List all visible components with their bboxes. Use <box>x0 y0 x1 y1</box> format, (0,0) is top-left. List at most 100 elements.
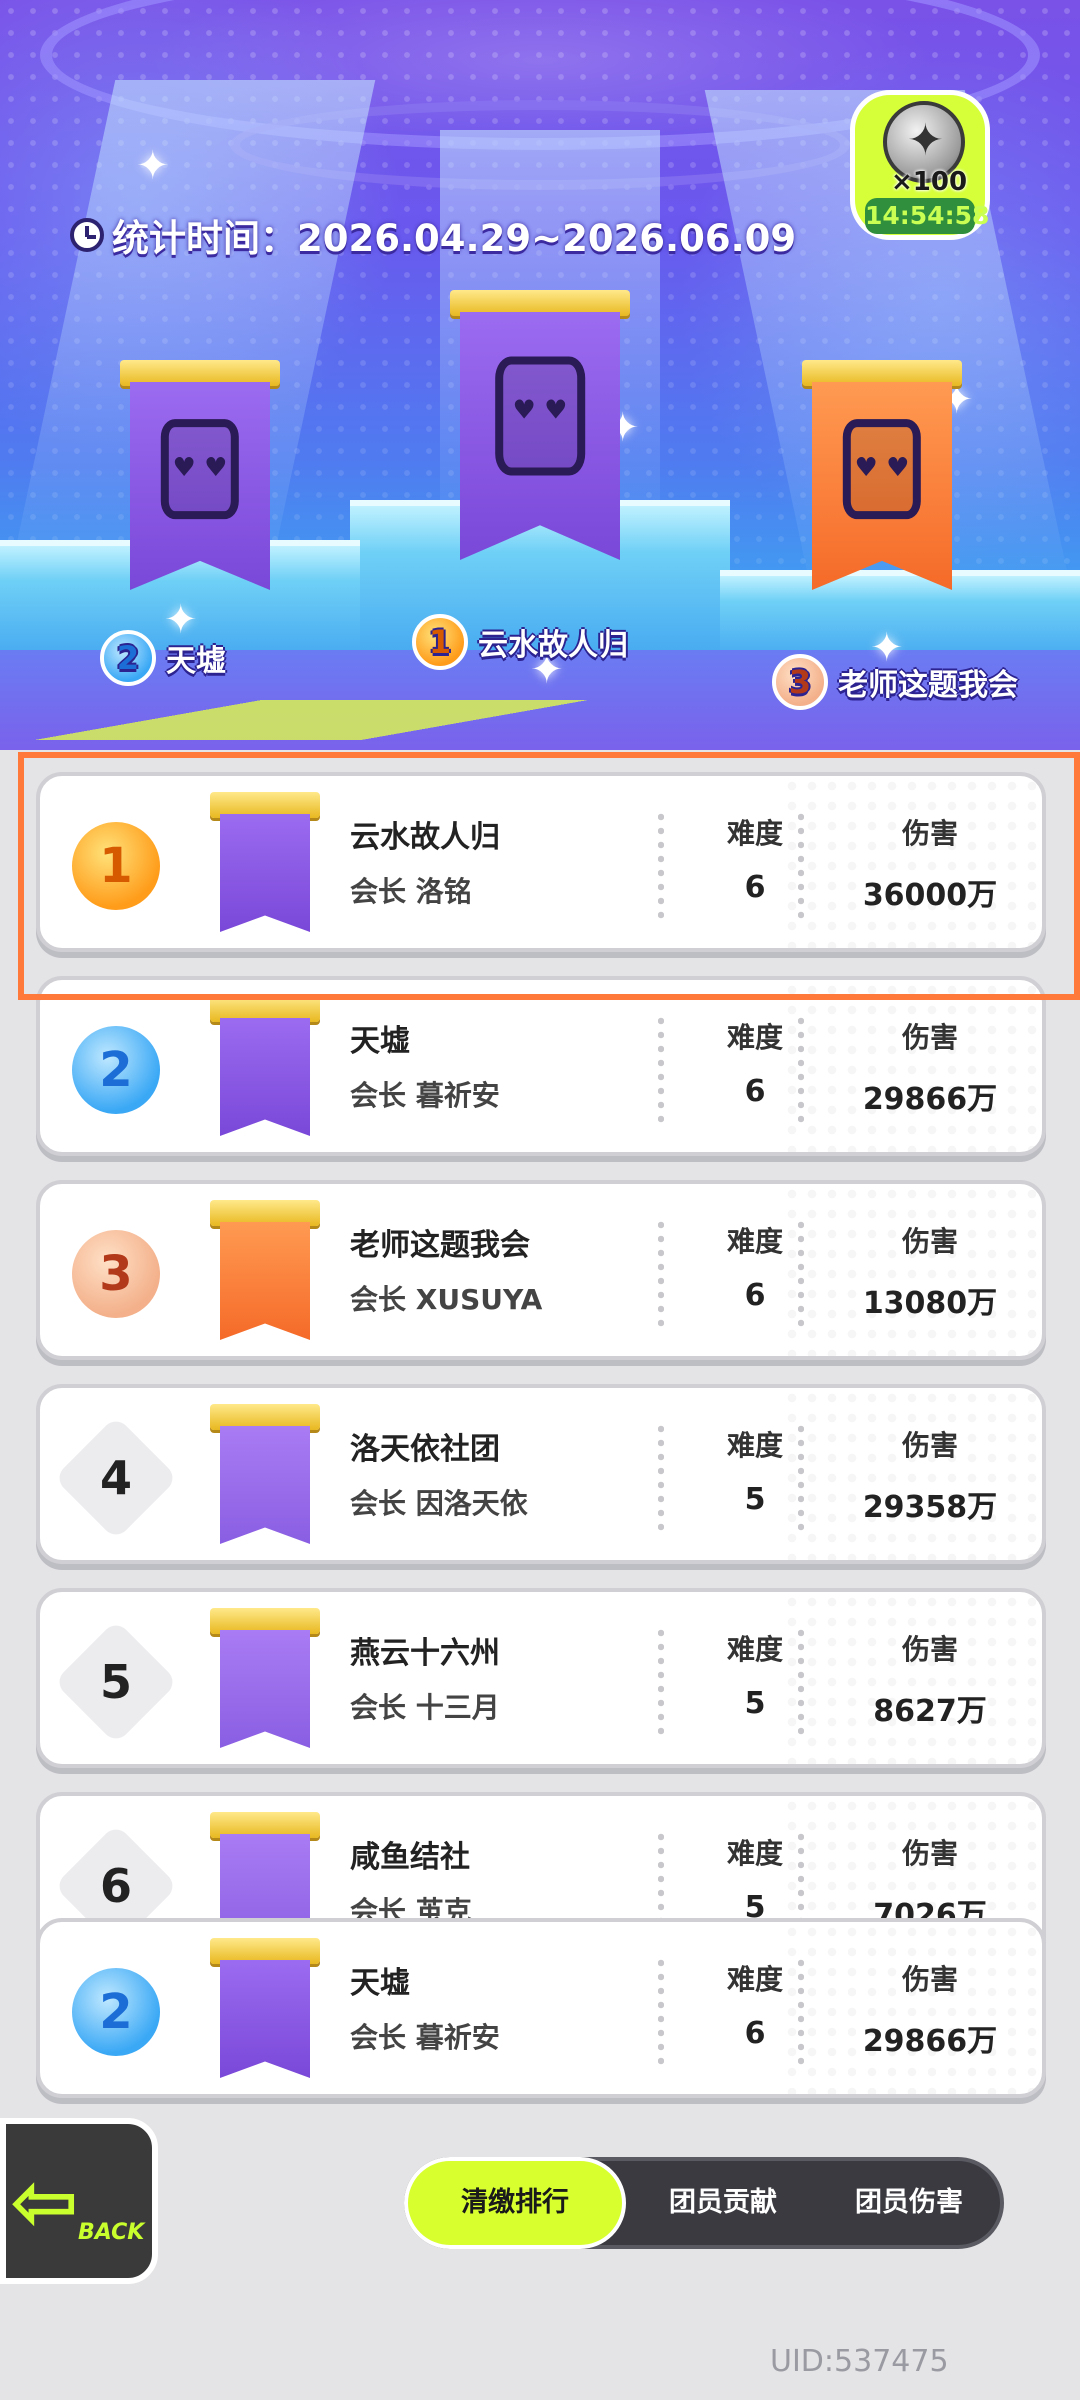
guild-banner-first[interactable] <box>450 290 630 560</box>
banner-flag <box>220 1018 310 1136</box>
back-label: BACK <box>78 2220 145 2245</box>
column-divider <box>658 1626 664 1738</box>
user-id: UID:537475 <box>770 2344 949 2379</box>
guild-name: 老师这题我会 <box>350 1228 530 1263</box>
banner-flag <box>220 1222 310 1340</box>
rank-cell: 3 <box>66 1224 166 1324</box>
guild-leader: 会长 十三月 <box>350 1691 500 1724</box>
guild-leader: 会长 暮祈安 <box>350 2021 500 2054</box>
guild-name: 燕云十六州 <box>350 1636 500 1671</box>
column-divider <box>798 1218 804 1330</box>
column-divider <box>658 1218 664 1330</box>
guild-banner-icon <box>210 1608 320 1748</box>
damage-label: 伤害 <box>901 1225 958 1258</box>
damage-label: 伤害 <box>901 1633 958 1666</box>
column-divider <box>798 1422 804 1534</box>
podium-guild-name: 天墟 <box>166 644 226 679</box>
reward-countdown: 14:54:58 <box>865 198 989 234</box>
row-pattern <box>782 980 1042 1152</box>
tab-clear-ranking[interactable]: 清缴排行 <box>404 2157 626 2249</box>
guild-emblem-icon <box>160 419 240 520</box>
guild-emblem-icon <box>842 419 922 520</box>
reward-chest-timer[interactable]: ×100 14:54:58 <box>850 90 990 240</box>
damage-value: 13080万 <box>862 1286 998 1321</box>
banner-flag <box>812 382 952 590</box>
damage-value: 29866万 <box>862 2024 998 2059</box>
clock-icon <box>70 218 104 252</box>
rank-2-badge-icon: 2 <box>66 1020 166 1120</box>
damage-value: 8627万 <box>873 1694 987 1729</box>
damage-value: 29358万 <box>862 1490 998 1525</box>
podium-label-first: 1 云水故人归 <box>412 614 628 670</box>
damage-label: 伤害 <box>901 1021 958 1054</box>
rank-cell: 2 <box>66 1020 166 1120</box>
podium-guild-name: 云水故人归 <box>478 628 628 663</box>
rank-cell: 4 <box>53 1415 179 1541</box>
back-button[interactable]: ⇦ BACK <box>0 2118 158 2284</box>
difficulty-value: 5 <box>744 1686 766 1721</box>
podium-hero: ✦ ✦ ✦ ✦ ✦ ✦ 统计时间：2026.04.29~2026.06.09 ×… <box>0 0 1080 750</box>
ranking-row[interactable]: 3 老师这题我会 会长 XUSUYA 难度 6 伤害 13080万 <box>36 1180 1046 1360</box>
reward-count: ×100 <box>891 167 968 197</box>
guild-banner-icon <box>210 1938 320 2078</box>
column-divider <box>658 1422 664 1534</box>
tab-member-damage[interactable]: 团员伤害 <box>816 2161 1002 2245</box>
rank-3-badge-icon: 3 <box>772 654 828 710</box>
damage-value: 29866万 <box>862 1082 998 1117</box>
guild-banner-third[interactable] <box>802 360 962 590</box>
stat-period-text: 统计时间：2026.04.29~2026.06.09 <box>112 217 797 260</box>
my-guild-row[interactable]: 2 天墟 会长 暮祈安 难度 6 伤害 29866万 <box>36 1918 1046 2098</box>
guild-name: 天墟 <box>350 1966 410 2001</box>
guild-banner-second[interactable] <box>120 360 280 590</box>
difficulty-label: 难度 <box>726 1225 783 1258</box>
guild-leader: 会长 暮祈安 <box>350 1079 500 1112</box>
rank-3-badge-icon: 3 <box>66 1224 166 1324</box>
banner-flag <box>220 1426 310 1544</box>
ranking-row[interactable]: 2 天墟 会长 暮祈安 难度 6 伤害 29866万 <box>36 976 1046 1156</box>
banner-flag <box>220 1960 310 2078</box>
column-divider <box>798 1956 804 2068</box>
banner-flag <box>220 1630 310 1748</box>
difficulty-label: 难度 <box>726 1963 783 1996</box>
banner-flag <box>460 312 620 560</box>
guild-leader: 会长 XUSUYA <box>350 1283 543 1316</box>
difficulty-value: 6 <box>744 2016 766 2051</box>
difficulty-value: 6 <box>744 1278 766 1313</box>
ranking-row[interactable]: 5 燕云十六州 会长 十三月 难度 5 伤害 8627万 <box>36 1588 1046 1768</box>
rank-number: 5 <box>99 1655 132 1709</box>
difficulty-label: 难度 <box>726 1837 783 1870</box>
tab-member-contribution[interactable]: 团员贡献 <box>630 2161 816 2245</box>
guild-banner-icon <box>210 996 320 1136</box>
rank-cell: 2 <box>66 1962 166 2062</box>
rank-2-badge-icon: 2 <box>66 1962 166 2062</box>
row-pattern <box>782 1388 1042 1560</box>
rank-number: 4 <box>99 1451 132 1505</box>
row-pattern <box>782 1922 1042 2094</box>
guild-banner-icon <box>210 1404 320 1544</box>
damage-label: 伤害 <box>901 1429 958 1462</box>
difficulty-value: 5 <box>744 1482 766 1517</box>
guild-name: 咸鱼结社 <box>350 1840 470 1875</box>
damage-label: 伤害 <box>901 1963 958 1996</box>
ranking-tabs: 清缴排行 团员贡献 团员伤害 <box>404 2157 1004 2249</box>
podium-label-second: 2 天墟 <box>100 630 226 686</box>
banner-flag <box>130 382 270 590</box>
sparkle-icon: ✦ <box>136 143 170 189</box>
ranking-row[interactable]: 4 洛天依社团 会长 因洛天依 难度 5 伤害 29358万 <box>36 1384 1046 1564</box>
column-divider <box>658 1956 664 2068</box>
stat-period: 统计时间：2026.04.29~2026.06.09 <box>70 208 796 262</box>
column-divider <box>798 1014 804 1126</box>
difficulty-label: 难度 <box>726 1633 783 1666</box>
column-divider <box>798 1626 804 1738</box>
back-arrow-icon: ⇦ <box>10 2155 79 2250</box>
damage-label: 伤害 <box>901 1837 958 1870</box>
column-divider <box>658 1014 664 1126</box>
guild-name: 天墟 <box>350 1024 410 1059</box>
difficulty-label: 难度 <box>726 1021 783 1054</box>
podium-label-third: 3 老师这题我会 <box>772 654 1018 710</box>
podium-guild-name: 老师这题我会 <box>838 668 1018 703</box>
row-pattern <box>782 1184 1042 1356</box>
guild-emblem-icon <box>495 356 585 476</box>
difficulty-value: 6 <box>744 1074 766 1109</box>
guild-name: 洛天依社团 <box>350 1432 500 1467</box>
